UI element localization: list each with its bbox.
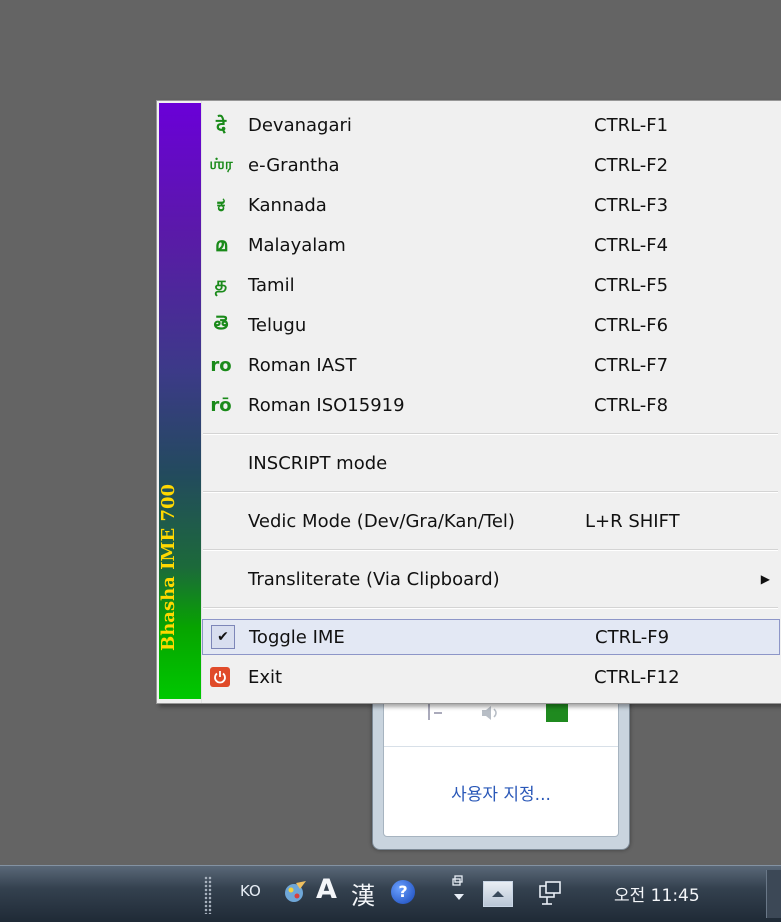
- clock[interactable]: 오전 11:45: [614, 881, 700, 906]
- devanagari-script-icon: दे: [215, 115, 227, 137]
- flyout-separator: [384, 746, 618, 747]
- menu-separator: [203, 433, 778, 435]
- menu-item-label: Transliterate (Via Clipboard): [248, 568, 500, 590]
- menu-item-e-grantha[interactable]: ஶ்ர e-Grantha CTRL-F2: [201, 148, 780, 182]
- menu-item-exit[interactable]: Exit CTRL-F12: [201, 660, 780, 694]
- menu-item-label: Vedic Mode (Dev/Gra/Kan/Tel): [248, 510, 515, 532]
- banner-label: Bhasha IME 700: [158, 483, 179, 651]
- toolbar-grip[interactable]: [204, 876, 212, 914]
- menu-item-kannada[interactable]: ಕ Kannada CTRL-F3: [201, 188, 780, 222]
- menu-item-malayalam[interactable]: മ Malayalam CTRL-F4: [201, 228, 780, 262]
- menu-item-label: INSCRIPT mode: [248, 452, 388, 474]
- menu-item-shortcut: L+R SHIFT: [585, 510, 680, 532]
- menu-item-devanagari[interactable]: दे Devanagari CTRL-F1: [201, 108, 780, 142]
- menu-item-label: Kannada: [248, 194, 327, 216]
- menu-item-shortcut: CTRL-F9: [595, 626, 670, 648]
- tamil-script-icon: த: [214, 272, 228, 295]
- show-hidden-icons-button[interactable]: [483, 881, 513, 907]
- malayalam-script-icon: മ: [215, 234, 227, 256]
- menu-item-vedic-mode[interactable]: Vedic Mode (Dev/Gra/Kan/Tel) L+R SHIFT: [201, 504, 780, 538]
- ime-pad-icon[interactable]: [282, 879, 308, 905]
- customize-link[interactable]: 사용자 지정...: [384, 780, 618, 805]
- roman-iso-icon: rō: [210, 394, 232, 416]
- menu-item-inscript-mode[interactable]: INSCRIPT mode: [201, 446, 780, 480]
- menu-item-label: e-Grantha: [248, 154, 340, 176]
- menu-item-shortcut: CTRL-F2: [594, 154, 669, 176]
- menu-item-label: Malayalam: [248, 234, 346, 256]
- green-app-icon[interactable]: [546, 704, 568, 722]
- menu-item-shortcut: CTRL-F6: [594, 314, 669, 336]
- menu-item-roman-iast[interactable]: ro Roman IAST CTRL-F7: [201, 348, 780, 382]
- menu-item-label: Roman IAST: [248, 354, 357, 376]
- kannada-script-icon: ಕ: [216, 194, 226, 216]
- menu-item-transliterate[interactable]: Transliterate (Via Clipboard) ▶: [201, 562, 780, 596]
- menu-item-shortcut: CTRL-F4: [594, 234, 669, 256]
- menu-item-shortcut: CTRL-F8: [594, 394, 669, 416]
- menu-item-shortcut: CTRL-F5: [594, 274, 669, 296]
- tray-mini-icon[interactable]: [424, 704, 448, 722]
- show-desktop-button[interactable]: [766, 870, 781, 918]
- menu-item-shortcut: CTRL-F7: [594, 354, 669, 376]
- roman-iast-icon: ro: [210, 354, 232, 376]
- taskbar: KO A 漢 ? 오전 11:45: [0, 865, 781, 922]
- submenu-arrow-icon: ▶: [760, 572, 770, 586]
- ime-language-indicator[interactable]: KO: [240, 882, 261, 900]
- ime-options-icon[interactable]: [452, 874, 466, 912]
- menu-item-label: Devanagari: [248, 114, 352, 136]
- menu-item-tamil[interactable]: த Tamil CTRL-F5: [201, 268, 780, 302]
- help-icon[interactable]: ?: [391, 880, 415, 904]
- menu-item-label: Exit: [248, 666, 283, 688]
- telugu-script-icon: తె: [213, 311, 229, 334]
- menu-item-shortcut: CTRL-F1: [594, 114, 669, 136]
- menu-item-label: Telugu: [248, 314, 307, 336]
- ime-input-mode[interactable]: A: [316, 874, 337, 905]
- volume-icon[interactable]: [480, 704, 504, 722]
- menu-separator: [203, 491, 778, 493]
- menu-item-label: Roman ISO15919: [248, 394, 405, 416]
- menu-item-roman-iso15919[interactable]: rō Roman ISO15919 CTRL-F8: [201, 388, 780, 422]
- checkmark-icon: ✔: [211, 625, 235, 649]
- ime-context-menu: Bhasha IME 700 दे Devanagari CTRL-F1 ஶ்ர…: [156, 100, 781, 704]
- menu-item-shortcut: CTRL-F12: [594, 666, 680, 688]
- menu-item-shortcut: CTRL-F3: [594, 194, 669, 216]
- menu-item-label: Toggle IME: [249, 626, 345, 648]
- grantha-script-icon: ஶ்ர: [209, 155, 233, 173]
- menu-item-label: Tamil: [248, 274, 295, 296]
- power-icon: [210, 667, 230, 687]
- hanja-conversion[interactable]: 漢: [351, 876, 375, 911]
- ime-banner: Bhasha IME 700: [158, 103, 201, 699]
- network-icon[interactable]: [537, 880, 563, 908]
- menu-separator: [203, 549, 778, 551]
- menu-item-telugu[interactable]: తె Telugu CTRL-F6: [201, 308, 780, 342]
- menu-item-toggle-ime[interactable]: ✔ Toggle IME CTRL-F9: [202, 619, 780, 655]
- menu-separator: [203, 607, 778, 609]
